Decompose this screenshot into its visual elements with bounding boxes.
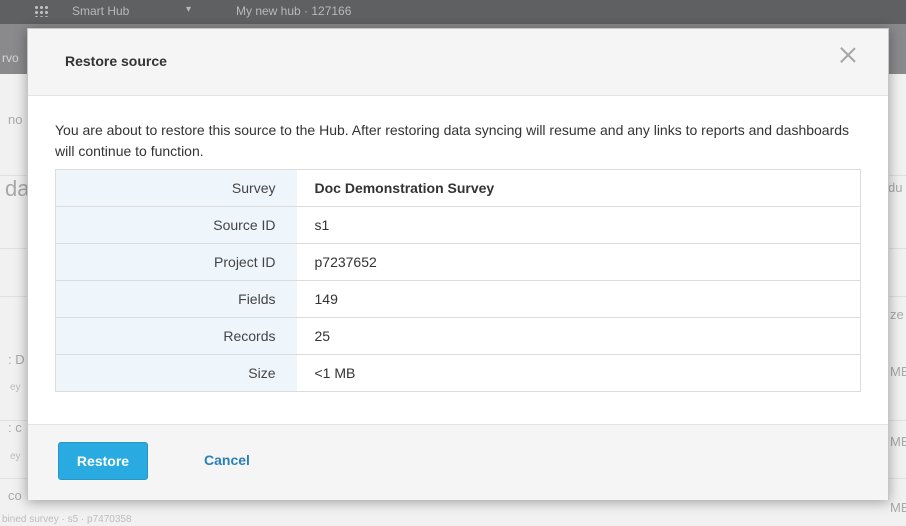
detail-value: Doc Demonstration Survey bbox=[296, 169, 861, 207]
app-grid-icon[interactable] bbox=[34, 5, 48, 17]
detail-value: 149 bbox=[296, 280, 861, 318]
dialog-footer: Restore Cancel bbox=[28, 424, 888, 500]
breadcrumb: My new hub · 127166 bbox=[236, 4, 352, 18]
detail-value: 25 bbox=[296, 317, 861, 355]
nav-item-fragment: rvo bbox=[2, 51, 19, 65]
bg-text: : D bbox=[8, 352, 25, 367]
bg-text: MB bbox=[890, 434, 906, 449]
restore-source-dialog: Restore source You are about to restore … bbox=[27, 28, 889, 500]
detail-row: Survey Doc Demonstration Survey bbox=[55, 169, 861, 207]
close-icon[interactable] bbox=[836, 43, 860, 67]
bg-text: ze bbox=[890, 307, 904, 322]
bg-text: MB bbox=[890, 500, 906, 515]
app-top-bar: Smart Hub ▾ My new hub · 127166 bbox=[0, 0, 906, 24]
dialog-message: You are about to restore this source to … bbox=[55, 122, 850, 159]
hub-switcher[interactable]: Smart Hub bbox=[72, 4, 129, 18]
detail-value: <1 MB bbox=[314, 365, 356, 381]
bg-heading: da bbox=[5, 176, 30, 201]
bg-text: MB bbox=[890, 364, 906, 379]
cancel-link[interactable]: Cancel bbox=[204, 452, 250, 468]
detail-label: Records bbox=[55, 317, 297, 355]
bg-text: bined survey · s5 · p7470358 bbox=[2, 514, 132, 525]
bg-text: : c bbox=[8, 420, 22, 435]
source-details-table: Survey Doc Demonstration Survey Source ID s… bbox=[55, 169, 861, 392]
dialog-title: Restore source bbox=[65, 53, 167, 69]
detail-label: Survey bbox=[55, 169, 297, 207]
bg-text: no bbox=[8, 112, 23, 127]
dialog-header: Restore source bbox=[28, 29, 888, 96]
bg-text: ey bbox=[10, 451, 21, 462]
detail-value: s1 bbox=[296, 206, 861, 244]
restore-button[interactable]: Restore bbox=[58, 442, 148, 480]
detail-row: Project ID p7237652 bbox=[55, 243, 861, 281]
detail-label: Project ID bbox=[55, 243, 297, 281]
chevron-down-icon[interactable]: ▾ bbox=[186, 4, 191, 15]
detail-row: Source ID s1 bbox=[55, 206, 861, 244]
detail-label: Fields bbox=[55, 280, 297, 318]
detail-value: p7237652 bbox=[296, 243, 861, 281]
detail-row: Size <1 MB bbox=[55, 354, 861, 392]
detail-label: Source ID bbox=[55, 206, 297, 244]
bg-text: ey bbox=[10, 382, 21, 393]
detail-label: Size bbox=[55, 354, 297, 392]
bg-text: co bbox=[8, 488, 22, 503]
detail-row: Records 25 bbox=[55, 317, 861, 355]
detail-row: Fields 149 bbox=[55, 280, 861, 318]
bg-text: du bbox=[888, 180, 903, 195]
